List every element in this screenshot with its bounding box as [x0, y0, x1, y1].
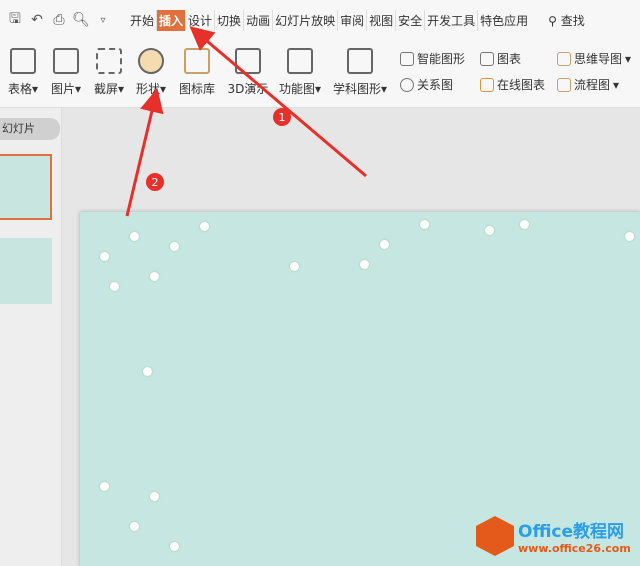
ribbon-insert: 表格▾ 图片▾ 截屏▾ 形状▾ 图标库 3D演示 功能图▾ 学科图形▾ 智能图形… [0, 40, 640, 108]
shapes-icon [138, 48, 164, 74]
label: 功能图 [278, 82, 315, 96]
title-bar: 🖫 ↶ ⎙ 🔍︎ ▿ 开始 插入 设计 切换 动画 幻灯片放映 审阅 视图 安全… [0, 0, 640, 40]
office-logo-icon [476, 516, 514, 556]
smart-art-button[interactable]: 智能图形 [400, 50, 465, 67]
badge-2 [146, 173, 164, 191]
preview-icon[interactable]: 🔍︎ [70, 12, 92, 28]
relation-chart-button[interactable]: 关系图 [400, 76, 453, 93]
picture-icon [53, 48, 79, 74]
mind-map-button[interactable]: 思维导图 ▾ [557, 50, 631, 67]
table-icon [10, 48, 36, 74]
search-button[interactable]: ⚲ 查找 [548, 12, 585, 29]
watermark: Office教程网 www.office26.com [476, 516, 631, 556]
subject-graphics-icon [347, 48, 373, 74]
save-icon[interactable]: 🖫 [4, 8, 26, 32]
online-chart-icon [480, 77, 494, 92]
undo-icon[interactable]: ↶ [26, 12, 48, 28]
subject-graphics-button[interactable]: 学科图形▾ [330, 48, 390, 97]
function-chart-button[interactable]: 功能图▾ [276, 48, 324, 97]
label: 截屏 [93, 82, 118, 96]
tab-security[interactable]: 安全 [396, 9, 426, 31]
shapes-button[interactable]: 形状▾ [132, 48, 170, 97]
screenshot-button[interactable]: 截屏▾ [90, 48, 128, 97]
flowchart-icon [557, 77, 571, 92]
tab-transition[interactable]: 切换 [215, 9, 245, 31]
tab-animation[interactable]: 动画 [244, 9, 274, 31]
relation-icon [400, 77, 414, 92]
watermark-title: Office教程网 [518, 522, 625, 542]
slide-panel: 幻灯片 [0, 108, 62, 566]
label: 关系图 [417, 78, 454, 92]
print-icon[interactable]: ⎙ [48, 12, 70, 28]
tab-design[interactable]: 设计 [186, 9, 216, 31]
3d-demo-button[interactable]: 3D演示 [224, 48, 272, 97]
label: 学科图形 [332, 82, 381, 96]
label: 3D演示 [227, 82, 269, 96]
icon-library-button[interactable]: 图标库 [175, 48, 219, 97]
badge-1 [273, 108, 291, 126]
label: 智能图形 [417, 52, 466, 66]
tab-developer[interactable]: 开发工具 [425, 9, 479, 31]
online-chart-button[interactable]: 在线图表 [480, 76, 545, 93]
label: 图表 [497, 52, 522, 66]
slide-thumbnail-2[interactable] [0, 238, 52, 304]
search-label: 查找 [560, 13, 585, 28]
table-button[interactable]: 表格▾ [4, 48, 42, 97]
watermark-url: www.office26.com [518, 542, 631, 555]
screenshot-icon [96, 48, 122, 74]
chart-icon [480, 51, 494, 66]
search-icon: ⚲ [548, 13, 557, 28]
3d-icon [235, 48, 261, 74]
label: 表格 [7, 82, 32, 96]
smart-art-icon [400, 51, 414, 66]
label: 在线图表 [497, 78, 546, 92]
flowchart-button[interactable]: 流程图 ▾ [557, 76, 619, 93]
mind-map-icon [557, 51, 571, 66]
tab-insert[interactable]: 插入 [157, 9, 187, 31]
label: 形状 [135, 82, 160, 96]
badge-2-text: 2 [152, 176, 159, 189]
label: 图标库 [178, 82, 215, 96]
chart-button[interactable]: 图表 [480, 50, 521, 67]
tab-slideshow[interactable]: 幻灯片放映 [273, 9, 339, 31]
label: 图片 [50, 82, 75, 96]
label: 思维导图 [574, 52, 623, 66]
tab-review[interactable]: 审阅 [338, 9, 368, 31]
tab-home[interactable]: 开始 [128, 9, 158, 31]
icon-library-icon [184, 48, 210, 74]
slide-canvas[interactable] [80, 212, 640, 566]
function-chart-icon [287, 48, 313, 74]
slide-thumbnail-1[interactable] [0, 154, 52, 220]
slide-panel-tab[interactable]: 幻灯片 [0, 118, 60, 140]
tab-view[interactable]: 视图 [367, 9, 397, 31]
tab-features[interactable]: 特色应用 [478, 10, 530, 31]
arrow-2 [125, 88, 164, 217]
label: 流程图 [574, 78, 611, 92]
badge-1-text: 1 [279, 111, 286, 124]
picture-button[interactable]: 图片▾ [47, 48, 85, 97]
dropdown-icon[interactable]: ▿ [92, 15, 114, 26]
